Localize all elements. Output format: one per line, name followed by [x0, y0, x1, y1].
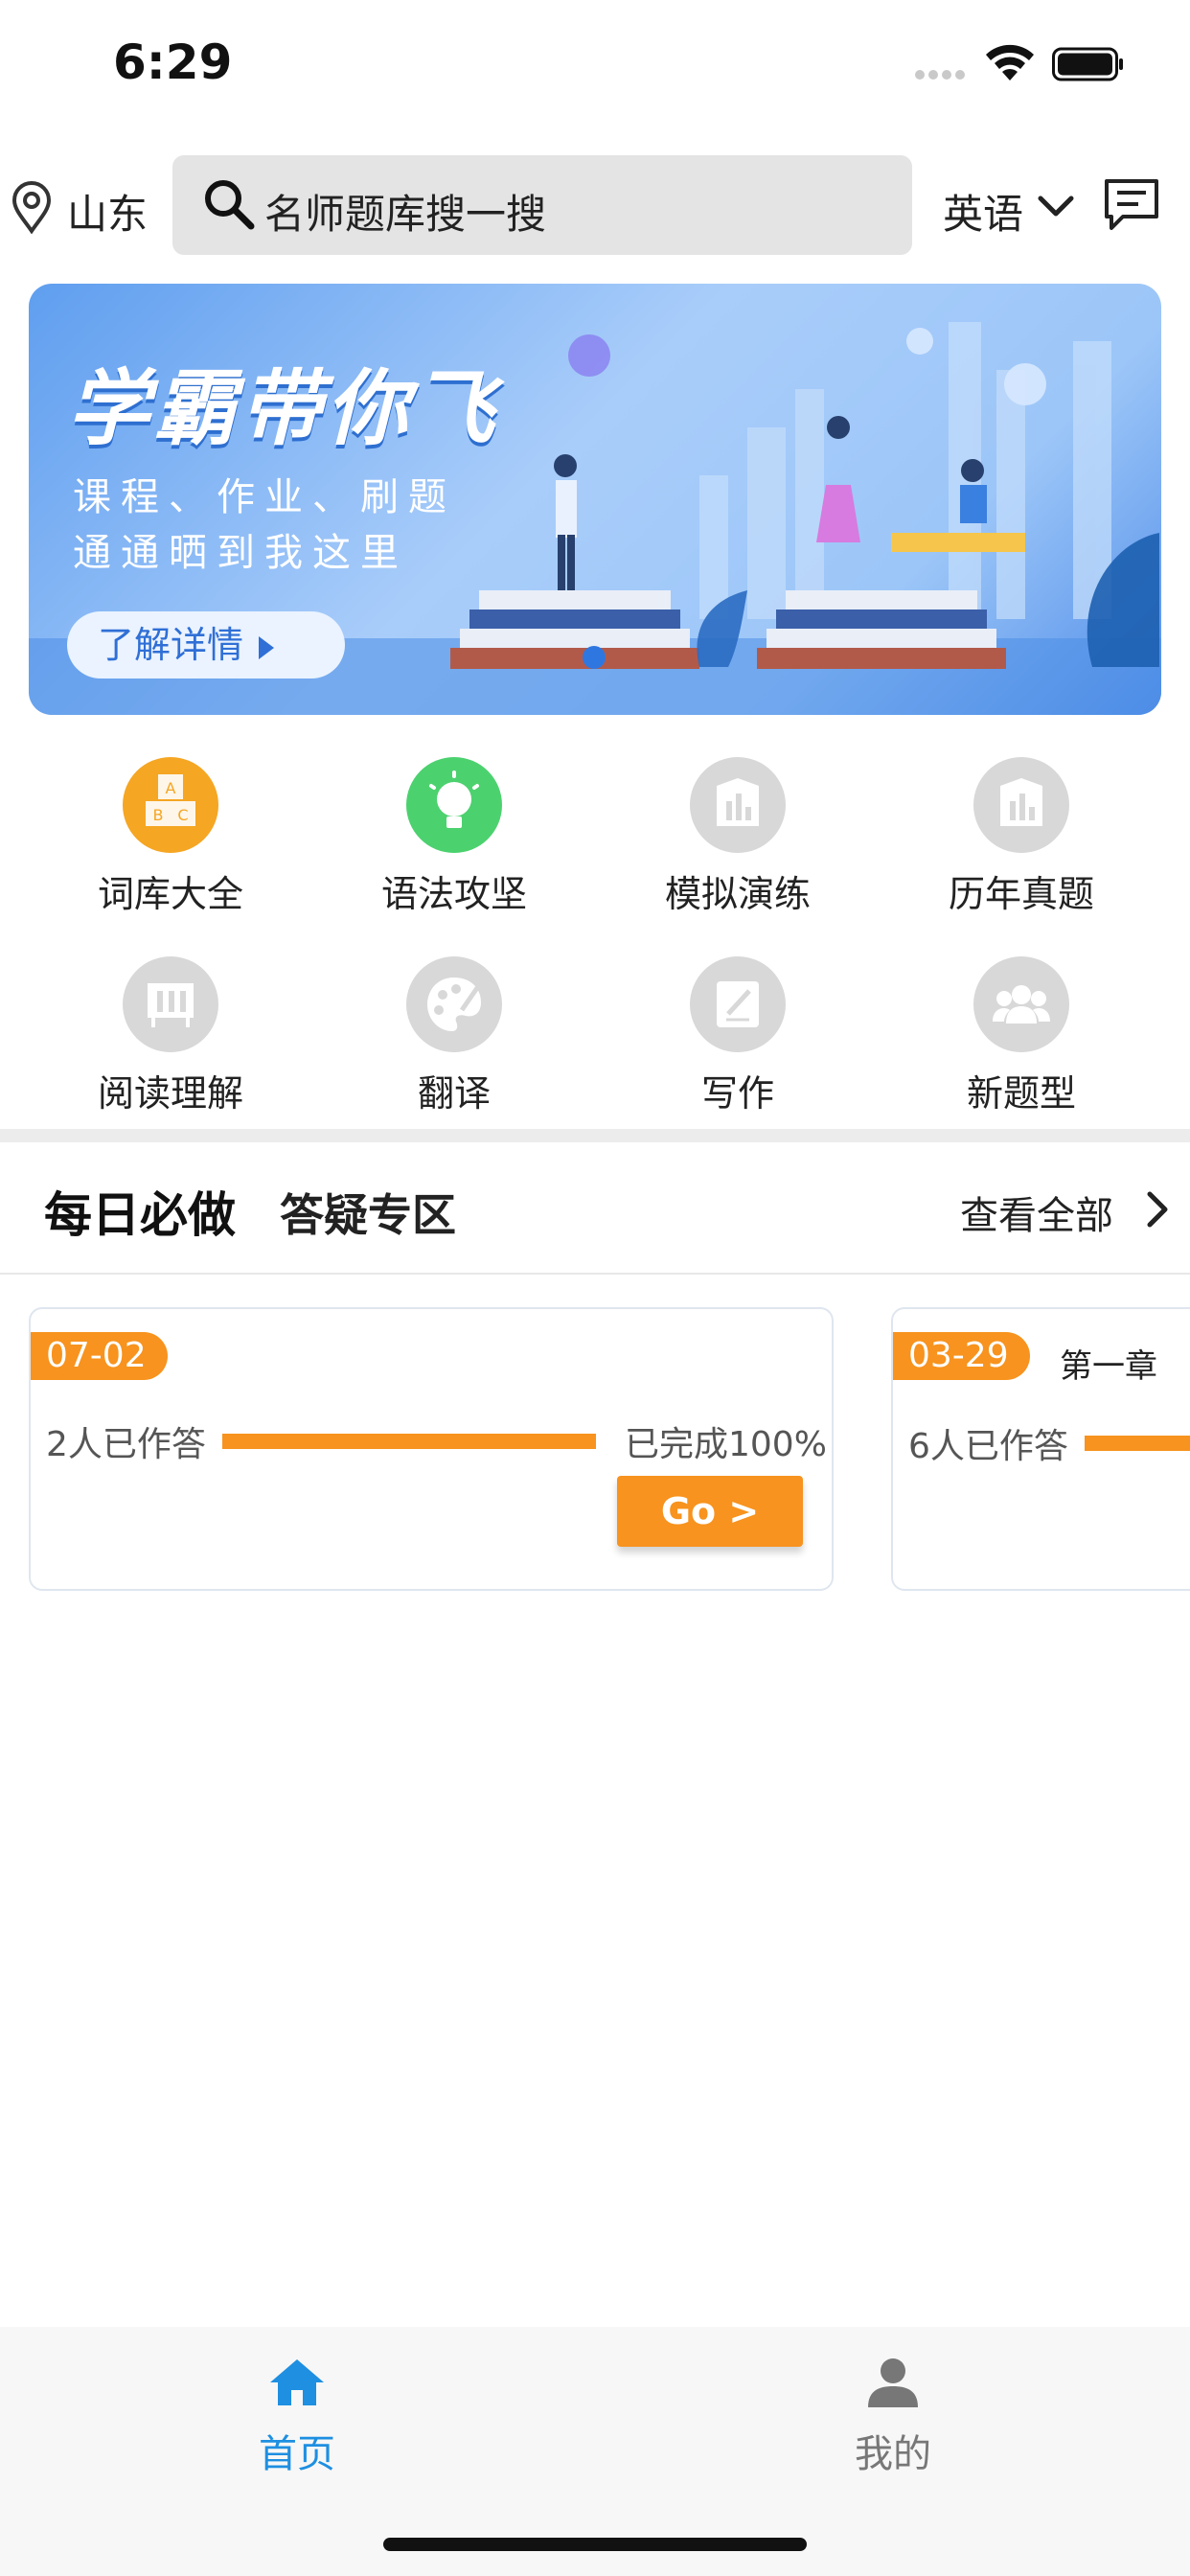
- svg-text:C: C: [177, 806, 188, 824]
- date-tag: 03-29: [893, 1332, 1030, 1380]
- user-icon: [868, 2358, 918, 2407]
- palette-icon: [406, 956, 502, 1052]
- task-card[interactable]: 07-02 2人已作答 已完成100% Go >: [29, 1307, 834, 1591]
- grid-item-label: 模拟演练: [664, 873, 811, 915]
- location-pin-icon[interactable]: [10, 180, 54, 234]
- go-button[interactable]: Go >: [617, 1476, 803, 1547]
- chart-icon: [690, 757, 786, 853]
- view-all-link[interactable]: 查看全部: [960, 1184, 1113, 1240]
- section-title-daily[interactable]: 每日必做: [44, 1177, 236, 1246]
- lightbulb-icon: [406, 757, 502, 853]
- banner-subtitle-1: 课程、作业、刷题: [73, 475, 456, 519]
- completion-text: 已完成100%: [625, 1425, 827, 1464]
- progress-bar: [1085, 1436, 1190, 1451]
- answered-count: 2人已作答: [46, 1425, 206, 1464]
- location-label[interactable]: 山东: [67, 182, 148, 241]
- search-icon: [205, 180, 255, 230]
- banner-subtitle-2: 通通晒到我这里: [73, 531, 408, 575]
- progress-fill: [222, 1434, 596, 1449]
- section-divider-thin: [0, 1273, 1190, 1275]
- grid-item-3[interactable]: 模拟演练: [594, 757, 881, 917]
- tab-mine[interactable]: 我的: [749, 2356, 1037, 2478]
- progress-bar: [222, 1434, 596, 1449]
- tab-home-label: 首页: [259, 2432, 335, 2476]
- grid-item-label: 翻译: [417, 1072, 491, 1115]
- chevron-right-icon[interactable]: [1142, 1188, 1171, 1230]
- tab-home[interactable]: 首页: [153, 2356, 441, 2478]
- grid-item-4[interactable]: 历年真题: [878, 757, 1165, 917]
- message-icon[interactable]: [1102, 176, 1161, 234]
- banner-title: 学霸带你飞: [67, 361, 498, 457]
- grid-item-label: 写作: [700, 1072, 774, 1115]
- section-divider: [0, 1129, 1190, 1142]
- answered-count: 6人已作答: [908, 1427, 1068, 1466]
- chart-icon: [973, 757, 1069, 853]
- svg-text:A: A: [166, 779, 176, 797]
- abc-blocks-icon: ABC: [123, 757, 218, 853]
- status-time: 6:29: [113, 34, 233, 90]
- battery-icon: [1052, 47, 1123, 81]
- grid-item-6[interactable]: 翻译: [310, 956, 598, 1116]
- grid-item-1[interactable]: A B C 词库大全: [27, 757, 314, 917]
- grid-item-8[interactable]: 新题型: [878, 956, 1165, 1116]
- edit-icon: [690, 956, 786, 1052]
- section-title-qa[interactable]: 答疑专区: [280, 1181, 456, 1244]
- date-tag: 07-02: [31, 1332, 168, 1380]
- grid-item-label: 历年真题: [948, 873, 1094, 915]
- progress-fill: [1085, 1436, 1190, 1451]
- board-icon: [123, 956, 218, 1052]
- tab-mine-label: 我的: [855, 2432, 931, 2476]
- chevron-down-icon[interactable]: [1037, 190, 1075, 222]
- grid-item-label: 阅读理解: [97, 1072, 243, 1115]
- subject-selector[interactable]: 英语: [943, 182, 1023, 241]
- home-indicator: [383, 2538, 807, 2551]
- grid-item-2[interactable]: 语法攻坚: [310, 757, 598, 917]
- grid-item-label: 语法攻坚: [380, 873, 527, 915]
- svg-text:B: B: [153, 806, 164, 824]
- banner-details-button[interactable]: 了解详情: [67, 611, 345, 678]
- chapter-label: 第一章: [1060, 1347, 1157, 1386]
- grid-item-label: 词库大全: [97, 873, 243, 915]
- promo-banner[interactable]: 学霸带你飞 课程、作业、刷题 通通晒到我这里 了解详情: [29, 284, 1161, 715]
- play-arrow-icon: [259, 635, 275, 659]
- home-icon: [270, 2359, 324, 2405]
- grid-item-5[interactable]: 阅读理解: [27, 956, 314, 1116]
- task-card[interactable]: 03-29 第一章 6人已作答: [891, 1307, 1190, 1591]
- grid-item-label: 新题型: [966, 1072, 1076, 1115]
- signal-dots-icon: [915, 65, 971, 80]
- wifi-icon: [986, 44, 1034, 80]
- search-placeholder[interactable]: 名师题库搜一搜: [264, 182, 546, 241]
- banner-button-label: 了解详情: [98, 624, 244, 666]
- group-icon: [973, 956, 1069, 1052]
- grid-item-7[interactable]: 写作: [594, 956, 881, 1116]
